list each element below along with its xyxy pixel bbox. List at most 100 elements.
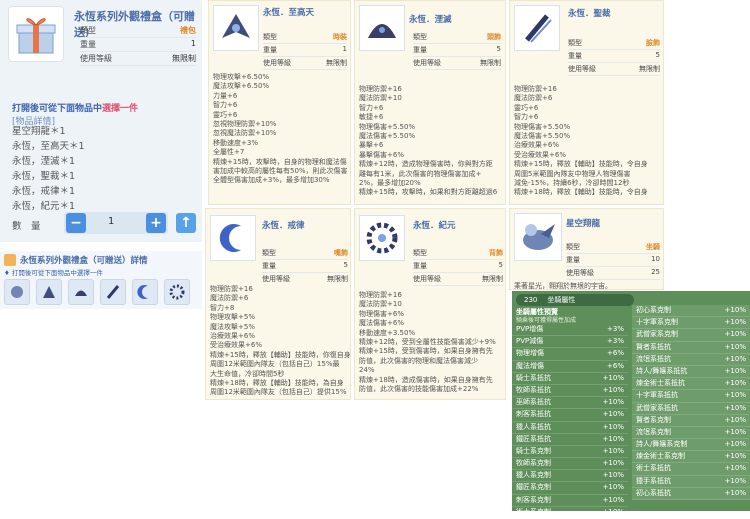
weight-value: 1 <box>190 39 196 48</box>
stat-line: 大生命值，冷卻時間5秒 <box>210 369 285 378</box>
stat-line: 物理防禦+16 <box>359 85 402 93</box>
attr-row: PVP減傷 +3% <box>512 336 628 349</box>
level-value: 無限制 <box>326 59 347 67</box>
attr-row: 巫師系抵抗 +10% <box>512 397 628 410</box>
weight-label: 重量 <box>263 46 277 54</box>
gift-box-info: 類型 禮包 重量 1 使用等級 無限制 <box>80 24 196 66</box>
tab-level[interactable]: 230 <box>524 296 537 304</box>
quantity-input[interactable]: 1 <box>108 216 114 227</box>
attr-row: 騎士系克制 +10% <box>512 446 628 459</box>
stat-line: 物理傷害+5.50% <box>359 122 416 131</box>
max-button[interactable]: ↑ <box>176 213 196 233</box>
weight-value: 10 <box>651 255 660 263</box>
weight-label: 重量 <box>413 262 427 270</box>
stat-line: 全屬性+7 <box>213 148 245 157</box>
stat-line: 離每有1米，此次傷害的物理傷害加成+ <box>359 169 482 178</box>
stat-line: 暴擊+6 <box>359 141 384 150</box>
stat-line: 防值，此次傷害的物理和魔法傷害減少 <box>359 356 478 365</box>
attr-row: 刺客系抵抗 +10% <box>512 409 628 422</box>
item-card-dragon-mount: 星空翔龍 類型 坐騎 重量 10 使用等級 25 乘著星光，翱翔於無垠的宇宙。 <box>509 208 664 290</box>
attr-row: 獵手系抵抗 +10% <box>632 476 750 488</box>
stat-line: 智力+8 <box>210 303 235 312</box>
wings-thumb-icon[interactable] <box>36 279 62 305</box>
attr-row: 武僧家系克制 +10% <box>632 329 750 342</box>
type-label: 類型 <box>80 26 96 35</box>
stat-line: 精煉+18時，造成傷害時，如果自身擁有先 <box>359 375 493 384</box>
blade-thumb-icon[interactable] <box>100 279 126 305</box>
list-item: 永恆，湮滅＊1 <box>12 156 76 167</box>
tab-mount-attr[interactable]: 坐騎屬性 <box>547 295 575 305</box>
stat-line: 治療效果+6% <box>514 141 559 150</box>
stat-line: 魔法攻擊+5% <box>210 322 255 331</box>
gift-small-icon <box>4 254 16 266</box>
attr-row: 十字軍系克制 +10% <box>632 317 750 330</box>
item-name: 星空翔龍 <box>566 219 601 229</box>
attr-row: 煉金術士系克制 +10% <box>632 451 750 464</box>
stat-line: 魔法傷害+6% <box>359 319 404 328</box>
attr-row: 賢者系克制 +10% <box>632 415 750 427</box>
stat-line: 靈巧+6 <box>213 110 238 119</box>
list-item: 星空翔龍＊1 <box>12 126 66 137</box>
attr-row: 牧師系克制 +10% <box>512 458 628 471</box>
stat-list: 物理防禦+16 魔法防禦+6 靈巧+6 智力+6 物理傷害+5.50% 魔法傷害+5.… <box>514 85 663 203</box>
stat-line: 物理攻擊+6.50% <box>213 73 270 81</box>
stat-line: 魔法攻擊+6.50% <box>213 82 270 91</box>
stat-line: 魔法防禦+10 <box>359 94 402 103</box>
type-value: 嘴飾 <box>334 249 348 257</box>
attr-row: 詩人/舞孃系克制 +10% <box>632 439 750 452</box>
quantity-label: 數 量 <box>12 221 41 232</box>
crescent-icon <box>210 215 256 261</box>
attr-row: 術士系抵抗 +10% <box>632 463 750 476</box>
attr-row: 騎士系抵抗 +10% <box>512 373 628 385</box>
stat-list: 物理防禦+16 魔法防禦+6 智力+8 物理攻擊+5% 魔法攻擊+5% 治療效果+6%… <box>210 285 350 399</box>
item-name: 永恆．紀元 <box>413 221 456 231</box>
attr-row: PVP增傷 +3% <box>512 324 628 337</box>
attr-row: 魔法增傷 +6% <box>512 361 628 373</box>
headgear-thumb-icon[interactable] <box>68 279 94 305</box>
stat-line: 精煉+15時，攻擊時，自身的物理和魔法傷 <box>213 157 347 166</box>
stat-line: 智力+6 <box>359 103 384 112</box>
item-list: 星空翔龍＊1 永恆，至高天＊1 永恆，湮滅＊1 永恆，聖裁＊1 永恆，戒律＊1 … <box>12 124 85 214</box>
blade-icon <box>514 5 560 51</box>
minus-button[interactable]: − <box>66 213 86 233</box>
plus-button[interactable]: + <box>146 213 166 233</box>
level-label: 使用等級 <box>413 275 441 283</box>
type-value: 背飾 <box>489 249 503 257</box>
gear-ring-icon <box>359 215 405 261</box>
type-value: 時裝 <box>333 33 347 41</box>
weight-value: 5 <box>498 261 503 269</box>
stat-line: 物理攻擊+5% <box>210 313 255 322</box>
attr-row: 術士系克制 +10% <box>512 507 628 519</box>
detail-subtitle: ♦ 打開後可從下面物品中選擇一件 <box>4 269 103 277</box>
type-value: 禮包 <box>180 26 196 35</box>
stat-line: 受治療效果+6% <box>210 341 262 350</box>
stat-line: 周圍12米範圍內隊友（包括自己）提供15% <box>210 388 347 397</box>
level-label: 使用等級 <box>566 269 594 277</box>
open-choose: 選擇一件 <box>102 104 139 114</box>
list-item: 永恆，聖裁＊1 <box>12 171 76 182</box>
attr-row: 鐵匠系克制 +10% <box>512 482 628 495</box>
stat-line: 周圍5米範圍內隊友中物理人物理傷害 <box>514 169 631 178</box>
stat-line: 物理防禦+16 <box>210 285 253 293</box>
stat-line: 精煉+15時，釋放【輔助】技能時，令自身 <box>514 160 648 169</box>
crescent-thumb-icon[interactable] <box>132 279 158 305</box>
open-prefix: 打開後可從下面物品中 <box>12 104 103 114</box>
item-card-yanmie: 永恆．湮滅 類型 頭飾 重量 5 使用等級 無限制 物理防禦+16 魔法防禦+10 智力… <box>354 0 506 205</box>
stat-line: 力量+6 <box>213 91 238 100</box>
attr-row: 煉金術士系抵抗 +10% <box>632 378 750 391</box>
attr-list-left: PVP增傷 +3% PVP減傷 +3% 物理增傷 +6% 魔法增傷 +6% 騎士系抵抗 +… <box>512 324 628 519</box>
attr-row: 初心系抵抗 +10% <box>632 488 750 500</box>
type-label: 類型 <box>262 249 276 257</box>
type-label: 類型 <box>263 33 277 41</box>
level-value: 25 <box>651 268 660 276</box>
stat-line: 移動速度+3% <box>213 138 258 147</box>
dragon-thumb-icon[interactable] <box>4 279 30 305</box>
stat-line: 精煉+15時，攻擊時，如果和對方距離超過6 <box>359 188 498 197</box>
level-value: 無限制 <box>480 59 501 67</box>
gift-box-icon <box>8 6 64 62</box>
stat-line: 忽視魔法防禦+10% <box>213 129 277 138</box>
attr-row: 牧師系抵抗 +10% <box>512 385 628 398</box>
attr-preview-note: 騎乘後可獲得屬性加成 <box>516 317 577 324</box>
headgear-icon <box>359 5 405 51</box>
gear-thumb-icon[interactable] <box>164 279 190 305</box>
